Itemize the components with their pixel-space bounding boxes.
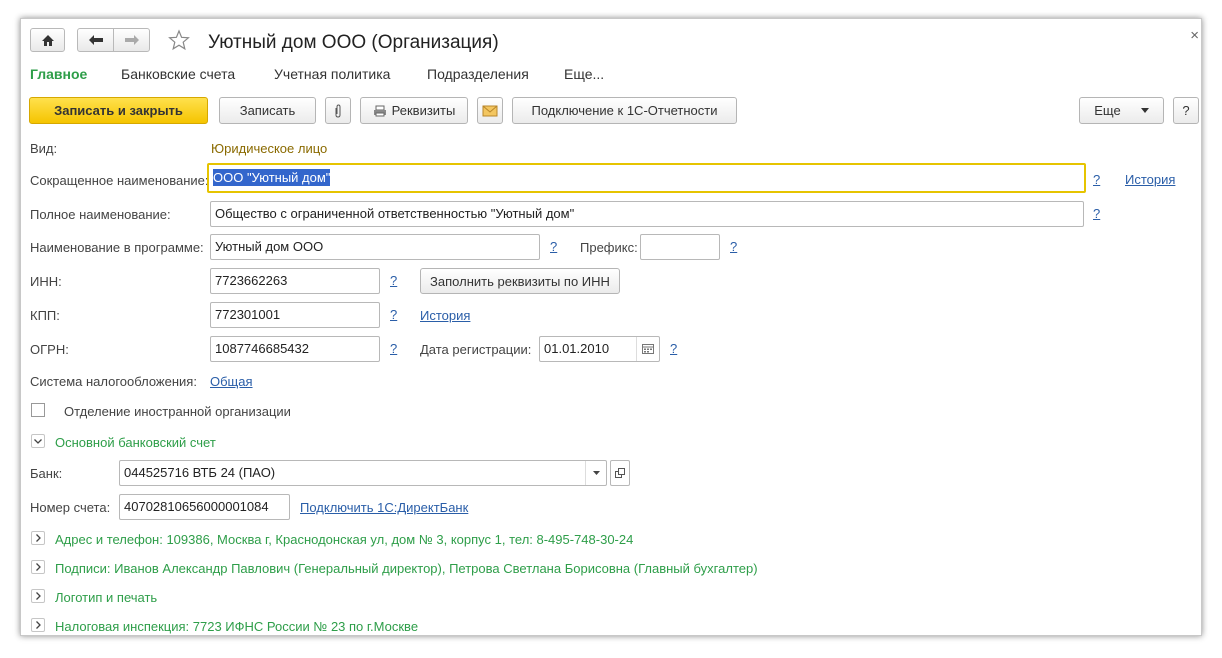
full-name-help[interactable]: ? bbox=[1093, 206, 1100, 221]
forward-button[interactable] bbox=[113, 28, 150, 52]
fill-by-inn-button[interactable]: Заполнить реквизиты по ИНН bbox=[420, 268, 620, 294]
calendar-icon bbox=[642, 344, 654, 354]
printer-icon bbox=[373, 105, 386, 116]
vid-label: Вид: bbox=[30, 141, 58, 156]
tab-main[interactable]: Главное bbox=[30, 66, 87, 82]
inn-input[interactable]: 7723662263 bbox=[210, 268, 380, 294]
chevron-right-icon bbox=[35, 621, 41, 629]
tab-divisions[interactable]: Подразделения bbox=[427, 66, 529, 82]
chevron-right-icon bbox=[35, 592, 41, 600]
chevron-down-icon bbox=[592, 471, 600, 475]
prefix-input[interactable] bbox=[640, 234, 720, 260]
short-name-help[interactable]: ? bbox=[1093, 172, 1100, 187]
email-button[interactable] bbox=[477, 97, 503, 124]
full-name-input[interactable]: Общество с ограниченной ответственностью… bbox=[210, 201, 1084, 227]
tax-office-group-title[interactable]: Налоговая инспекция: 7723 ИФНС России № … bbox=[55, 619, 418, 634]
bank-value: 044525716 ВТБ 24 (ПАО) bbox=[124, 465, 276, 480]
chevron-down-icon bbox=[34, 438, 42, 444]
short-name-value: ООО "Уютный дом" bbox=[213, 169, 331, 186]
account-number-input[interactable]: 40702810656000001084 bbox=[119, 494, 290, 520]
save-button[interactable]: Записать bbox=[219, 97, 316, 124]
bank-label: Банк: bbox=[30, 466, 63, 481]
ogrn-help[interactable]: ? bbox=[390, 341, 397, 356]
ogrn-label: ОГРН: bbox=[30, 342, 69, 357]
favorite-star-icon[interactable] bbox=[168, 29, 190, 54]
full-name-label: Полное наименование: bbox=[30, 207, 171, 222]
account-label: Номер счета: bbox=[30, 500, 111, 515]
kpp-input[interactable]: 772301001 bbox=[210, 302, 380, 328]
envelope-icon bbox=[482, 105, 498, 116]
more-label: Еще bbox=[1094, 103, 1121, 118]
logo-group-title[interactable]: Логотип и печать bbox=[55, 590, 157, 605]
foreign-branch-checkbox[interactable] bbox=[31, 403, 45, 417]
prefix-label: Префикс: bbox=[580, 240, 638, 255]
address-group-title[interactable]: Адрес и телефон: 109386, Москва г, Красн… bbox=[55, 532, 633, 547]
tax-system-label: Система налогообложения: bbox=[30, 374, 197, 389]
bank-open-button[interactable] bbox=[610, 460, 630, 486]
short-name-history-link[interactable]: История bbox=[1125, 172, 1175, 187]
reg-date-input[interactable]: 01.01.2010 bbox=[539, 336, 660, 362]
short-name-input[interactable]: ООО "Уютный дом" bbox=[207, 163, 1086, 193]
kpp-label: КПП: bbox=[30, 308, 60, 323]
tax-office-group-toggle[interactable] bbox=[31, 618, 45, 632]
signatures-group-toggle[interactable] bbox=[31, 560, 45, 574]
short-name-label: Сокращенное наименование: bbox=[30, 173, 209, 188]
help-button[interactable]: ? bbox=[1173, 97, 1199, 124]
arrow-left-icon bbox=[88, 35, 103, 45]
bank-select[interactable]: 044525716 ВТБ 24 (ПАО) bbox=[119, 460, 607, 486]
kpp-help[interactable]: ? bbox=[390, 307, 397, 322]
kpp-history-link[interactable]: История bbox=[420, 308, 470, 323]
home-button[interactable] bbox=[30, 28, 65, 52]
arrow-right-icon bbox=[124, 35, 139, 45]
tab-accounting-policy[interactable]: Учетная политика bbox=[274, 66, 390, 82]
reg-date-label: Дата регистрации: bbox=[420, 342, 532, 357]
bank-group-title[interactable]: Основной банковский счет bbox=[55, 435, 216, 450]
address-group-toggle[interactable] bbox=[31, 531, 45, 545]
save-and-close-button[interactable]: Записать и закрыть bbox=[29, 97, 208, 124]
chevron-right-icon bbox=[35, 563, 41, 571]
logo-group-toggle[interactable] bbox=[31, 589, 45, 603]
program-name-label: Наименование в программе: bbox=[30, 240, 204, 255]
direct-bank-link[interactable]: Подключить 1С:ДиректБанк bbox=[300, 500, 468, 515]
home-icon bbox=[41, 34, 54, 46]
organization-window: Уютный дом ООО (Организация) × Главное Б… bbox=[20, 18, 1202, 636]
open-window-icon bbox=[615, 468, 625, 478]
more-menu-button[interactable]: Еще bbox=[1079, 97, 1164, 124]
inn-help[interactable]: ? bbox=[390, 273, 397, 288]
vid-value: Юридическое лицо bbox=[211, 141, 328, 156]
program-name-help[interactable]: ? bbox=[550, 239, 557, 254]
tax-system-link[interactable]: Общая bbox=[210, 374, 253, 389]
foreign-branch-label: Отделение иностранной организации bbox=[64, 404, 291, 419]
connect-1c-reporting-button[interactable]: Подключение к 1С-Отчетности bbox=[512, 97, 737, 124]
tab-more[interactable]: Еще... bbox=[564, 66, 604, 82]
chevron-right-icon bbox=[35, 534, 41, 542]
window-title: Уютный дом ООО (Организация) bbox=[208, 32, 499, 53]
tab-bank-accounts[interactable]: Банковские счета bbox=[121, 66, 235, 82]
prefix-help[interactable]: ? bbox=[730, 239, 737, 254]
bank-group-toggle[interactable] bbox=[31, 434, 45, 448]
chevron-down-icon bbox=[1140, 108, 1149, 113]
close-icon[interactable]: × bbox=[1190, 27, 1199, 44]
calendar-button[interactable] bbox=[636, 337, 659, 361]
reg-date-help[interactable]: ? bbox=[670, 341, 677, 356]
requisites-button[interactable]: Реквизиты bbox=[360, 97, 468, 124]
requisites-label: Реквизиты bbox=[391, 103, 456, 118]
program-name-input[interactable]: Уютный дом ООО bbox=[210, 234, 540, 260]
inn-label: ИНН: bbox=[30, 274, 62, 289]
back-button[interactable] bbox=[77, 28, 114, 52]
reg-date-value: 01.01.2010 bbox=[544, 341, 610, 356]
ogrn-input[interactable]: 1087746685432 bbox=[210, 336, 380, 362]
bank-dropdown-button[interactable] bbox=[585, 461, 606, 485]
signatures-group-title[interactable]: Подписи: Иванов Александр Павлович (Гене… bbox=[55, 561, 758, 576]
paperclip-icon bbox=[335, 103, 341, 118]
attach-button[interactable] bbox=[325, 97, 351, 124]
